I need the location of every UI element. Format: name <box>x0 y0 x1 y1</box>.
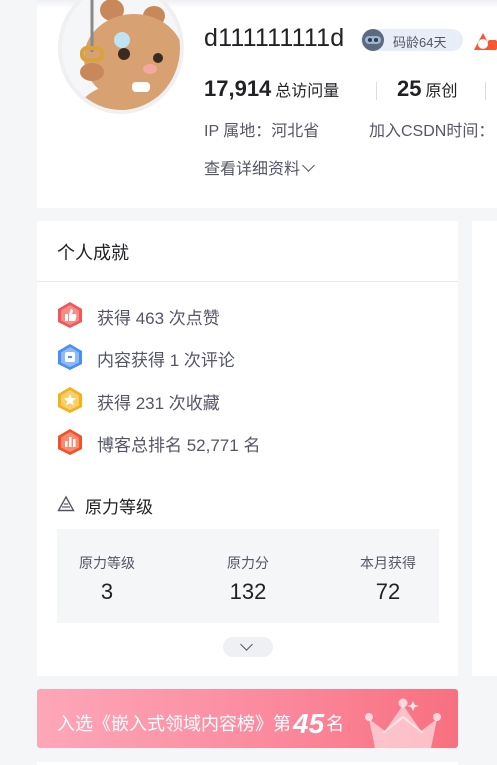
comment-icon <box>58 344 82 370</box>
achievements-card: 个人成就 获得 463 次点赞 内容获得 1 次评论 获得 231 次收藏 博客… <box>37 221 458 676</box>
rank-banner[interactable]: 入选《嵌入式领域内容榜》第45 名 <box>37 689 458 748</box>
rank-banner-text: 入选《嵌入式领域内容榜》第45 名 <box>57 705 345 739</box>
rank-banner-suffix: 名 <box>326 714 345 734</box>
view-details-link[interactable]: 查看详细资料 <box>204 155 315 179</box>
original-label: 原创 <box>425 83 458 100</box>
yuanli-monthly: 本月获得 72 <box>328 553 448 605</box>
rank-chart-icon <box>58 429 82 455</box>
visits-label: 总访问量 <box>275 83 340 100</box>
code-age-badge: 码龄64天 <box>361 29 463 51</box>
star-icon <box>58 387 82 413</box>
yuanli-score: 原力分 132 <box>188 553 308 605</box>
yuanli-score-label: 原力分 <box>227 555 269 571</box>
ip-location: IP 属地：河北省 <box>204 123 320 140</box>
yuanli-score-value: 132 <box>229 579 267 604</box>
yuanli-monthly-label: 本月获得 <box>360 555 416 571</box>
vip-badge-icon[interactable] <box>470 30 497 52</box>
achievement-ranking: 博客总排名 52,771 名 <box>57 428 437 456</box>
achievement-favorites-text: 获得 231 次收藏 <box>97 394 220 413</box>
robot-face-icon <box>362 29 384 51</box>
chevron-down-icon <box>240 638 253 651</box>
triangle-level-icon <box>57 495 75 512</box>
yuanli-level: 原力等级 3 <box>47 553 167 605</box>
yuanli-stats-box: 原力等级 3 原力分 132 本月获得 72 <box>57 529 439 623</box>
crown-icon <box>365 698 441 748</box>
username[interactable]: d111111111d <box>204 24 344 53</box>
achievement-likes: 获得 463 次点赞 <box>57 301 437 329</box>
stat-divider <box>485 82 486 100</box>
yuanli-level-value: 3 <box>100 579 114 604</box>
thumbs-up-icon <box>58 302 82 328</box>
achievement-likes-text: 获得 463 次点赞 <box>97 309 220 328</box>
visits-count: 17,914 <box>204 76 272 101</box>
view-details-label: 查看详细资料 <box>204 161 301 178</box>
visits-stat: 17,914 总访问量 <box>204 76 339 102</box>
divider <box>37 281 458 282</box>
yuanli-monthly-value: 72 <box>375 579 401 604</box>
expand-button[interactable] <box>223 637 273 657</box>
achievement-comments: 内容获得 1 次评论 <box>57 343 437 371</box>
achievement-ranking-text: 博客总排名 52,771 名 <box>97 436 261 455</box>
achievement-favorites: 获得 231 次收藏 <box>57 386 437 414</box>
code-age-text: 码龄64天 <box>393 35 447 50</box>
achievement-comments-text: 内容获得 1 次评论 <box>97 351 235 370</box>
original-count: 25 <box>397 76 422 101</box>
yuanli-level-label: 原力等级 <box>79 555 135 571</box>
stat-divider <box>376 82 377 100</box>
right-column-card <box>472 221 497 676</box>
rank-number: 45 <box>293 708 325 739</box>
original-stat: 25 原创 <box>397 76 458 102</box>
rank-banner-prefix: 入选《嵌入式领域内容榜》第 <box>57 714 291 734</box>
achievements-title: 个人成就 <box>57 243 129 263</box>
yuanli-title-text: 原力等级 <box>85 498 153 517</box>
chevron-down-icon <box>302 159 315 172</box>
join-date-label: 加入CSDN时间： <box>369 123 495 140</box>
